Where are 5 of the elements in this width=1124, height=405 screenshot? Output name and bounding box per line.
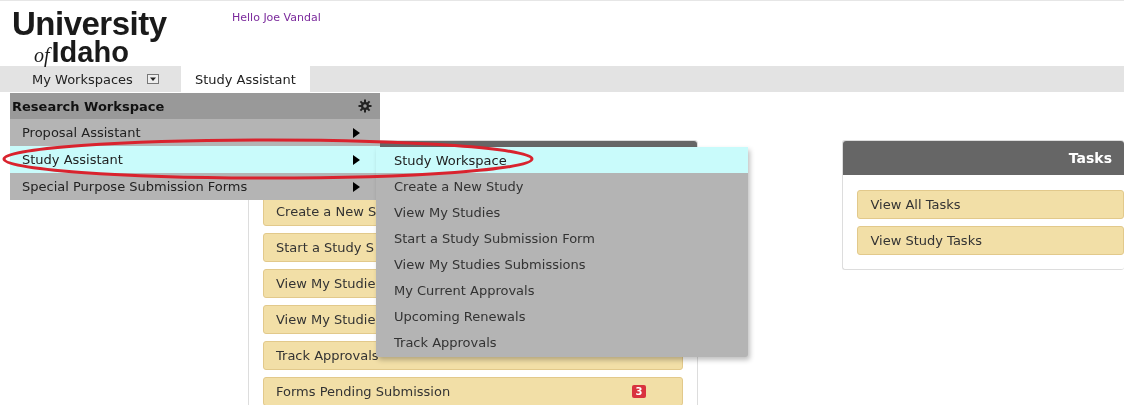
panel-title: Tasks bbox=[1068, 150, 1112, 166]
university-logo: University ofIdaho bbox=[12, 9, 168, 65]
count-badge: 3 bbox=[631, 385, 647, 398]
menu-title: Research Workspace bbox=[12, 98, 165, 114]
greeting-text: Hello Joe Vandal bbox=[232, 11, 321, 24]
